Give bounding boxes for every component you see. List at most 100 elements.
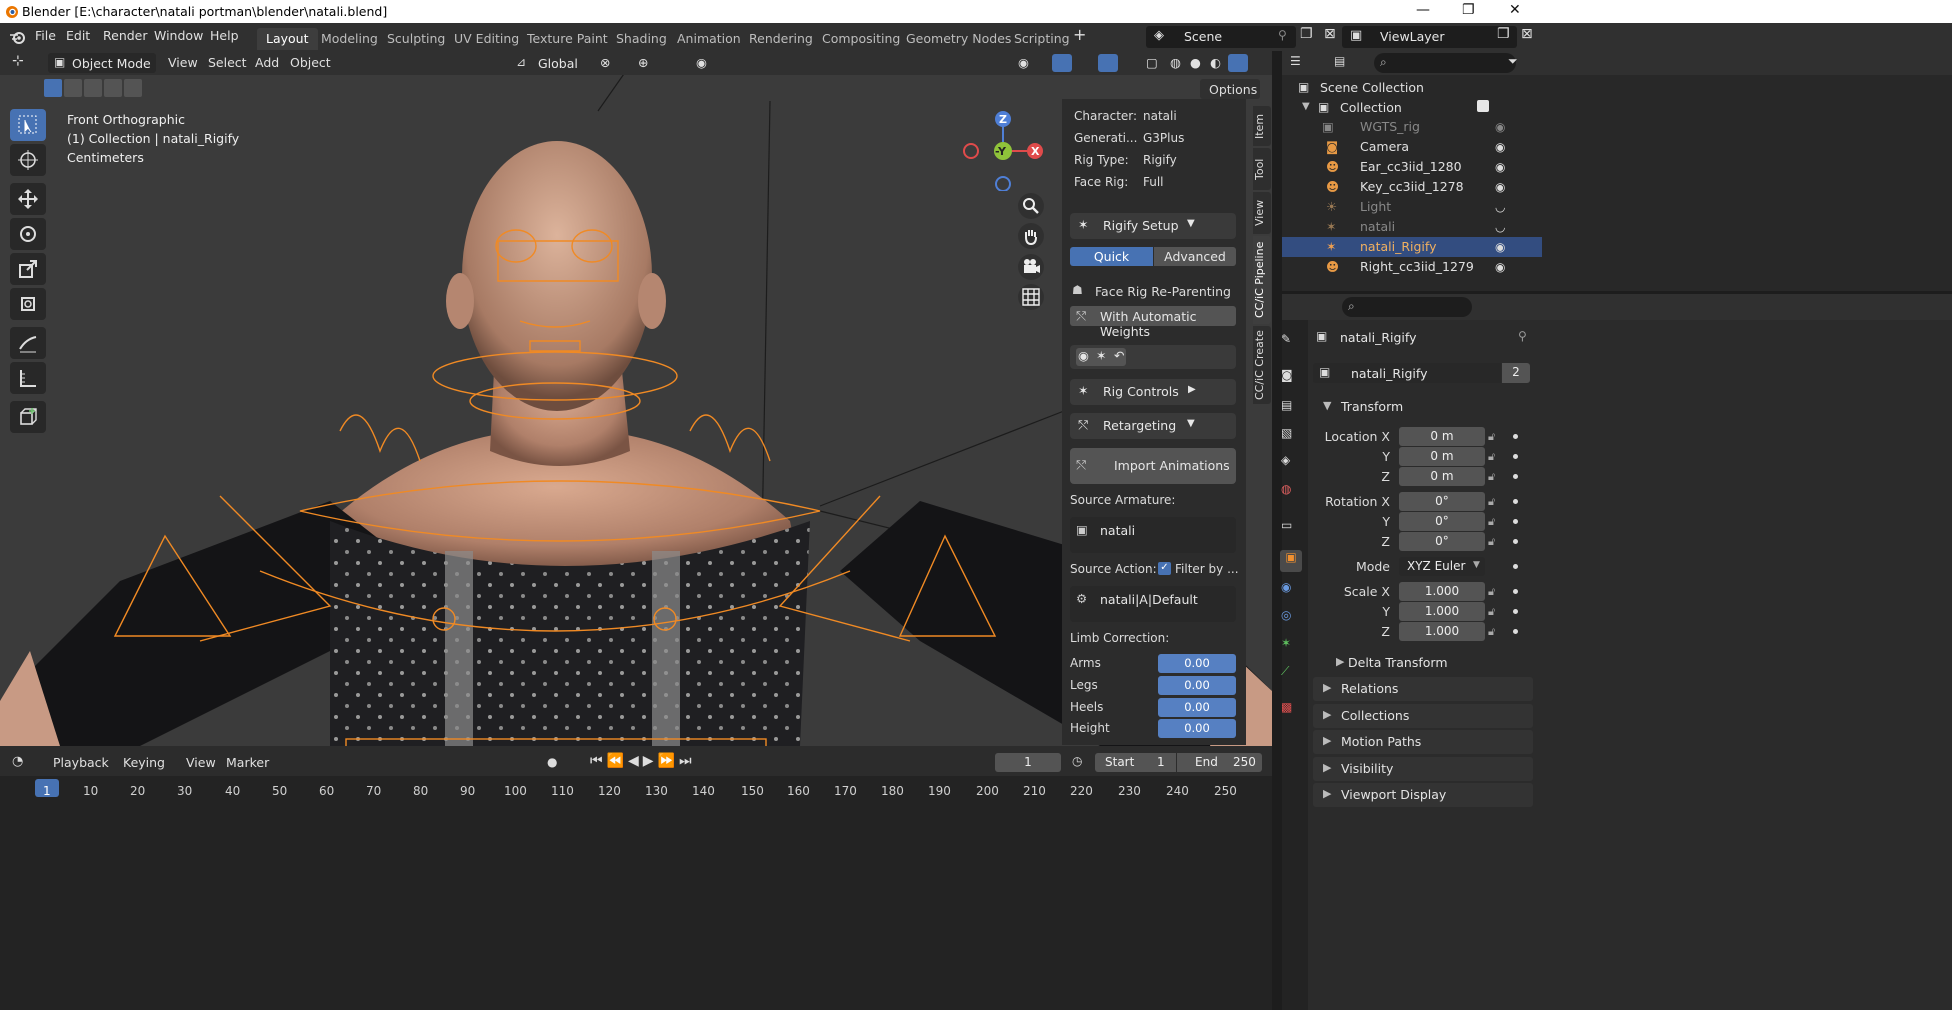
collection-checkbox[interactable] xyxy=(1477,100,1489,112)
maximize-icon[interactable]: ❐ xyxy=(1462,2,1475,18)
height-slider[interactable]: 0.00 xyxy=(1158,719,1236,738)
view-layer-properties-icon[interactable]: ▧ xyxy=(1281,426,1301,446)
pin-icon[interactable]: ⚲ xyxy=(1278,28,1287,42)
collections-panel[interactable]: ▶ Collections xyxy=(1313,704,1533,728)
snap-icon[interactable]: ⊕ xyxy=(638,55,648,70)
tab-scripting[interactable]: Scripting xyxy=(1005,28,1079,50)
sidebar-tab-cc-create[interactable]: CC/iC Create xyxy=(1253,326,1271,404)
import-animations-button[interactable]: ⤲ Import Animations xyxy=(1070,448,1236,484)
playback-controls[interactable]: ⏮⏪◀▶⏩⏭ xyxy=(590,753,696,769)
overlay-toggle-icon[interactable] xyxy=(1098,54,1118,72)
eye-icon[interactable]: ◉ xyxy=(1495,160,1505,174)
armature-toggle-icon[interactable]: ✶ xyxy=(1096,348,1106,363)
transform-tool[interactable] xyxy=(10,288,46,320)
tab-quick[interactable]: Quick xyxy=(1070,247,1153,266)
lock-icon[interactable]: 🔓︎ xyxy=(1488,430,1495,444)
close-icon[interactable]: ✕ xyxy=(1509,2,1521,18)
eye-icon[interactable]: ◉ xyxy=(1495,260,1505,274)
expand-arrow-icon[interactable]: ▼ xyxy=(1302,101,1310,112)
rotation-y-field[interactable]: 0° xyxy=(1399,512,1485,531)
current-frame-field[interactable]: 1 xyxy=(995,753,1061,772)
delta-transform-panel[interactable]: ▶ Delta Transform xyxy=(1326,651,1526,675)
add-cube-tool[interactable] xyxy=(10,401,46,433)
properties-search-input[interactable]: ⌕ xyxy=(1342,297,1472,317)
relations-panel[interactable]: ▶ Relations xyxy=(1313,677,1533,701)
tool-properties-icon[interactable]: ✎ xyxy=(1281,332,1301,352)
transform-orientation-dropdown[interactable]: ⊿ Global xyxy=(512,53,590,73)
start-frame-field[interactable]: Start 1 xyxy=(1095,753,1176,772)
new-view-layer-icon[interactable]: ❐ xyxy=(1497,26,1510,42)
clock-icon[interactable]: ◷ xyxy=(1072,754,1082,768)
menu-render[interactable]: Render xyxy=(103,28,148,43)
select-intersect-icon[interactable] xyxy=(124,79,142,97)
options-dropdown[interactable]: Options xyxy=(1200,79,1260,99)
blender-menu-icon[interactable] xyxy=(9,29,27,45)
lock-icon[interactable]: 🔓︎ xyxy=(1488,605,1495,619)
tab-texture-paint[interactable]: Texture Paint xyxy=(518,28,617,50)
eye-icon[interactable]: ◉ xyxy=(1495,140,1505,154)
keyframe-dot-icon[interactable] xyxy=(1513,499,1518,504)
record-icon[interactable]: ● xyxy=(547,755,557,769)
keyframe-dot-icon[interactable] xyxy=(1513,564,1518,569)
eye-icon[interactable]: ◉ xyxy=(1495,240,1505,254)
proportional-edit-icon[interactable]: ◉ xyxy=(696,55,707,70)
sidebar-tab-cc-pipeline[interactable]: CC/iC Pipeline xyxy=(1253,236,1271,324)
eye-icon[interactable]: ◉ xyxy=(1078,348,1089,363)
tab-animation[interactable]: Animation xyxy=(668,28,750,50)
menu-timeline-view[interactable]: View xyxy=(186,755,216,770)
menu-window[interactable]: Window xyxy=(154,28,203,43)
location-x-field[interactable]: 0 m xyxy=(1399,427,1485,446)
collection-properties-icon[interactable]: ▭ xyxy=(1281,518,1301,538)
sidebar-tab-item[interactable]: Item xyxy=(1253,106,1271,146)
lock-icon[interactable]: 🔓︎ xyxy=(1488,585,1495,599)
tab-geometry-nodes[interactable]: Geometry Nodes xyxy=(897,28,1020,50)
texture-properties-icon[interactable]: ▩ xyxy=(1281,700,1301,720)
pin-icon[interactable]: ⚲ xyxy=(1518,329,1527,343)
lock-icon[interactable]: 🔓︎ xyxy=(1488,515,1495,529)
rotate-tool[interactable] xyxy=(10,218,46,250)
lock-icon[interactable]: 🔓︎ xyxy=(1488,625,1495,639)
output-properties-icon[interactable]: ▤ xyxy=(1281,398,1301,418)
keyframe-dot-icon[interactable] xyxy=(1513,609,1518,614)
menu-select[interactable]: Select xyxy=(208,55,247,70)
editor-type-icon[interactable]: ⊹ xyxy=(12,53,24,69)
solid-shading-icon[interactable]: ● xyxy=(1190,55,1201,70)
tab-modeling[interactable]: Modeling xyxy=(312,28,387,50)
transform-panel-header[interactable]: ▼ Transform xyxy=(1313,395,1533,419)
menu-help[interactable]: Help xyxy=(210,28,239,43)
rig-controls-panel-header[interactable]: ✶ Rig Controls ▶ xyxy=(1070,379,1236,405)
measure-tool[interactable] xyxy=(10,362,46,394)
source-armature-field[interactable]: ▣ natali xyxy=(1070,517,1236,553)
scale-tool[interactable] xyxy=(10,253,46,285)
pivot-icon[interactable]: ⊗ xyxy=(600,55,610,70)
scene-selector[interactable]: ◈ Scene ⚲ xyxy=(1146,26,1296,48)
render-properties-icon[interactable]: ◙ xyxy=(1281,368,1301,388)
remove-view-layer-icon[interactable]: ⊠ xyxy=(1521,26,1533,42)
minimize-icon[interactable]: — xyxy=(1416,2,1430,18)
visibility-panel[interactable]: ▶ Visibility xyxy=(1313,757,1533,781)
heels-slider[interactable]: 0.00 xyxy=(1158,698,1236,717)
scale-z-field[interactable]: 1.000 xyxy=(1399,622,1485,641)
gizmo-toggle-icon[interactable] xyxy=(1052,54,1072,72)
tab-shading[interactable]: Shading xyxy=(607,28,676,50)
motion-paths-panel[interactable]: ▶ Motion Paths xyxy=(1313,730,1533,754)
menu-playback[interactable]: Playback xyxy=(53,755,109,770)
move-tool[interactable] xyxy=(10,183,46,215)
lock-icon[interactable]: 🔓︎ xyxy=(1488,470,1495,484)
lock-icon[interactable]: 🔓︎ xyxy=(1488,495,1495,509)
eye-closed-icon[interactable]: ◡ xyxy=(1495,220,1505,234)
eye-icon[interactable]: ◉ xyxy=(1495,180,1505,194)
3d-viewport[interactable]: ⊹ ▣ Object Mode View Select Add Object ⊿… xyxy=(0,51,1272,746)
select-subtract-icon[interactable] xyxy=(84,79,102,97)
material-shading-icon[interactable]: ◐ xyxy=(1210,55,1221,70)
bone-properties-icon[interactable]: ⟋ xyxy=(1281,664,1301,684)
menu-file[interactable]: File xyxy=(35,28,56,43)
pan-hand-icon[interactable] xyxy=(1018,223,1044,249)
tab-sculpting[interactable]: Sculpting xyxy=(378,28,454,50)
visibility-icon[interactable]: ◉ xyxy=(1018,55,1029,70)
undo-icon[interactable]: ↶ xyxy=(1114,348,1124,363)
eye-icon[interactable]: ◉ xyxy=(1495,120,1505,134)
menu-edit[interactable]: Edit xyxy=(66,28,90,43)
annotate-tool[interactable] xyxy=(10,327,46,359)
cursor-tool[interactable] xyxy=(10,144,46,176)
